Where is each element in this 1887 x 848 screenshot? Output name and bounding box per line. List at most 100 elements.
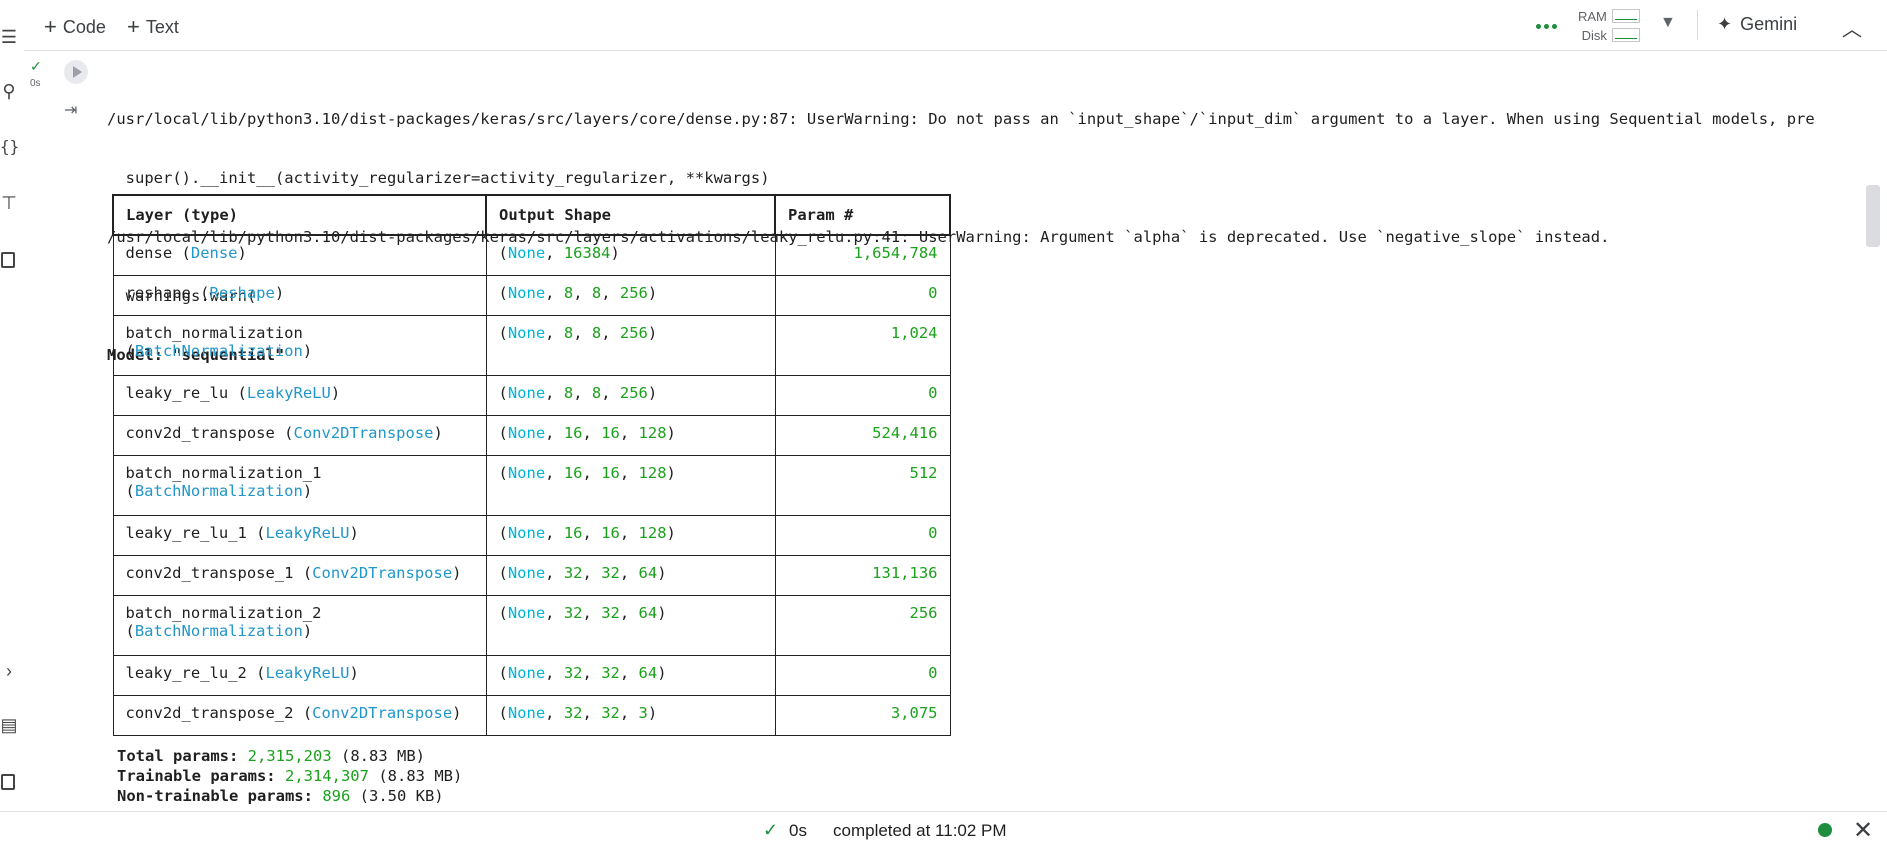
shape-dim: 3 <box>638 704 648 722</box>
layer-cell: leaky_re_lu_2 (LeakyReLU) <box>112 655 487 696</box>
layer-cell: batch_normalization (BatchNormalization) <box>112 315 487 376</box>
layer-name: batch_normalization <box>125 324 303 342</box>
check-icon: ✓ <box>30 58 42 74</box>
add-text-label: Text <box>145 16 179 37</box>
add-text-button[interactable]: + Text <box>127 14 179 40</box>
layer-cell: conv2d_transpose_1 (Conv2DTranspose) <box>112 555 487 596</box>
warning-line: super().__init__(activity_regularizer=ac… <box>107 169 770 187</box>
param-count: 3,075 <box>890 704 938 722</box>
layer-name: dense <box>125 244 173 262</box>
param-cell: 512 <box>774 455 951 516</box>
layer-type: LeakyReLU <box>265 524 350 542</box>
menu-icon[interactable]: ☰ <box>0 28 18 46</box>
output-actions-icon[interactable]: ⇥ <box>64 100 77 120</box>
terminal-icon[interactable] <box>1 774 15 790</box>
shape-dim: 32 <box>601 564 620 582</box>
shape-dim: 128 <box>638 524 667 542</box>
shape-dim: 32 <box>601 604 620 622</box>
scrollbar[interactable] <box>1866 185 1880 247</box>
none-dim: None <box>507 284 546 302</box>
code-snippets-icon[interactable]: {} <box>0 138 19 156</box>
param-count: 0 <box>928 384 938 402</box>
param-count: 0 <box>928 524 938 542</box>
run-cell-button[interactable] <box>64 60 88 84</box>
search-icon[interactable]: ⚲ <box>0 82 18 100</box>
shape-dim: 8 <box>563 324 574 342</box>
layer-name: batch_normalization_2 <box>125 604 322 622</box>
layer-name: leaky_re_lu_2 <box>125 664 247 682</box>
none-dim: None <box>507 524 546 542</box>
files-icon[interactable] <box>1 252 15 268</box>
connected-status-icon[interactable] <box>1818 823 1832 837</box>
param-cell: 1,654,784 <box>774 234 951 276</box>
param-count: 1,654,784 <box>853 244 938 262</box>
param-total-line: Trainable params: 2,314,307 (8.83 MB) <box>117 766 462 786</box>
variables-icon[interactable]: ⊤ <box>0 194 18 212</box>
add-code-button[interactable]: + Code <box>44 14 106 40</box>
more-options-icon[interactable] <box>1536 24 1557 29</box>
shape-dim: 32 <box>601 664 620 682</box>
gemini-button[interactable]: ✦ Gemini <box>1717 14 1797 35</box>
layer-name: conv2d_transpose_1 <box>125 564 294 582</box>
close-icon[interactable]: ✕ <box>1853 816 1873 845</box>
layer-cell: conv2d_transpose_2 (Conv2DTranspose) <box>112 695 487 736</box>
shape-dim: 16384 <box>563 244 611 262</box>
gemini-label: Gemini <box>1740 14 1798 34</box>
table-row: batch_normalization_2 (BatchNormalizatio… <box>112 595 951 656</box>
sparkle-icon: ✦ <box>1717 14 1733 34</box>
shape-dim: 8 <box>591 324 602 342</box>
shape-dim: 16 <box>601 424 620 442</box>
warning-line: /usr/local/lib/python3.10/dist-packages/… <box>107 110 1815 128</box>
resource-monitor[interactable]: RAM Disk <box>1578 7 1607 45</box>
total-size: (8.83 MB) <box>341 747 426 765</box>
shape-dim: 16 <box>601 464 620 482</box>
total-value: 896 <box>322 787 351 805</box>
param-cell: 1,024 <box>774 315 951 376</box>
shape-dim: 64 <box>638 664 658 682</box>
table-row: dense (Dense) (None, 16384) 1,654,784 <box>112 234 951 276</box>
runtime-dropdown-icon[interactable]: ▼ <box>1660 14 1676 32</box>
table-row: batch_normalization_1 (BatchNormalizatio… <box>112 455 951 516</box>
layer-cell: batch_normalization_2 (BatchNormalizatio… <box>112 595 487 656</box>
param-count: 0 <box>928 664 938 682</box>
table-row: reshape (Reshape) (None, 8, 8, 256) 0 <box>112 275 951 316</box>
disk-label: Disk <box>1581 28 1607 43</box>
plus-icon: + <box>127 14 140 39</box>
none-dim: None <box>507 704 546 722</box>
shape-dim: 128 <box>638 424 667 442</box>
column-header: Layer (type) <box>112 194 487 236</box>
param-total-line: Total params: 2,315,203 (8.83 MB) <box>117 746 462 766</box>
shape-dim: 32 <box>601 704 620 722</box>
none-dim: None <box>507 424 546 442</box>
layer-cell: leaky_re_lu_1 (LeakyReLU) <box>112 515 487 556</box>
none-dim: None <box>507 244 546 262</box>
param-cell: 0 <box>774 515 951 556</box>
shape-dim: 8 <box>591 384 602 402</box>
total-value: 2,315,203 <box>247 747 332 765</box>
none-dim: None <box>507 664 546 682</box>
param-count: 512 <box>909 464 938 482</box>
table-row: conv2d_transpose_1 (Conv2DTranspose) (Non… <box>112 555 951 596</box>
status-time: 0s <box>789 821 807 840</box>
layer-cell: leaky_re_lu (LeakyReLU) <box>112 375 487 416</box>
layer-cell: dense (Dense) <box>112 234 487 276</box>
layer-name: leaky_re_lu <box>125 384 229 402</box>
shape-dim: 64 <box>638 564 658 582</box>
add-code-label: Code <box>62 16 106 37</box>
shape-dim: 256 <box>619 384 648 402</box>
disk-sparkline <box>1612 28 1640 42</box>
param-cell: 0 <box>774 375 951 416</box>
total-label: Total params: <box>117 747 239 765</box>
total-label: Non-trainable params: <box>117 787 313 805</box>
table-row: conv2d_transpose_2 (Conv2DTranspose) (Non… <box>112 695 951 736</box>
shape-dim: 16 <box>563 424 583 442</box>
status-completed: completed at 11:02 PM <box>833 821 1007 840</box>
layer-cell: batch_normalization_1 (BatchNormalizatio… <box>112 455 487 516</box>
left-rail: ☰ ⚲ {} ⊤ › ▤ <box>0 0 24 847</box>
expand-panel-icon[interactable]: › <box>0 662 18 680</box>
chevron-up-icon[interactable]: ︿ <box>1842 13 1862 42</box>
layer-type: BatchNormalization <box>134 622 303 640</box>
layer-type: Dense <box>190 244 238 262</box>
command-palette-icon[interactable]: ▤ <box>0 716 18 734</box>
param-cell: 3,075 <box>774 695 951 736</box>
